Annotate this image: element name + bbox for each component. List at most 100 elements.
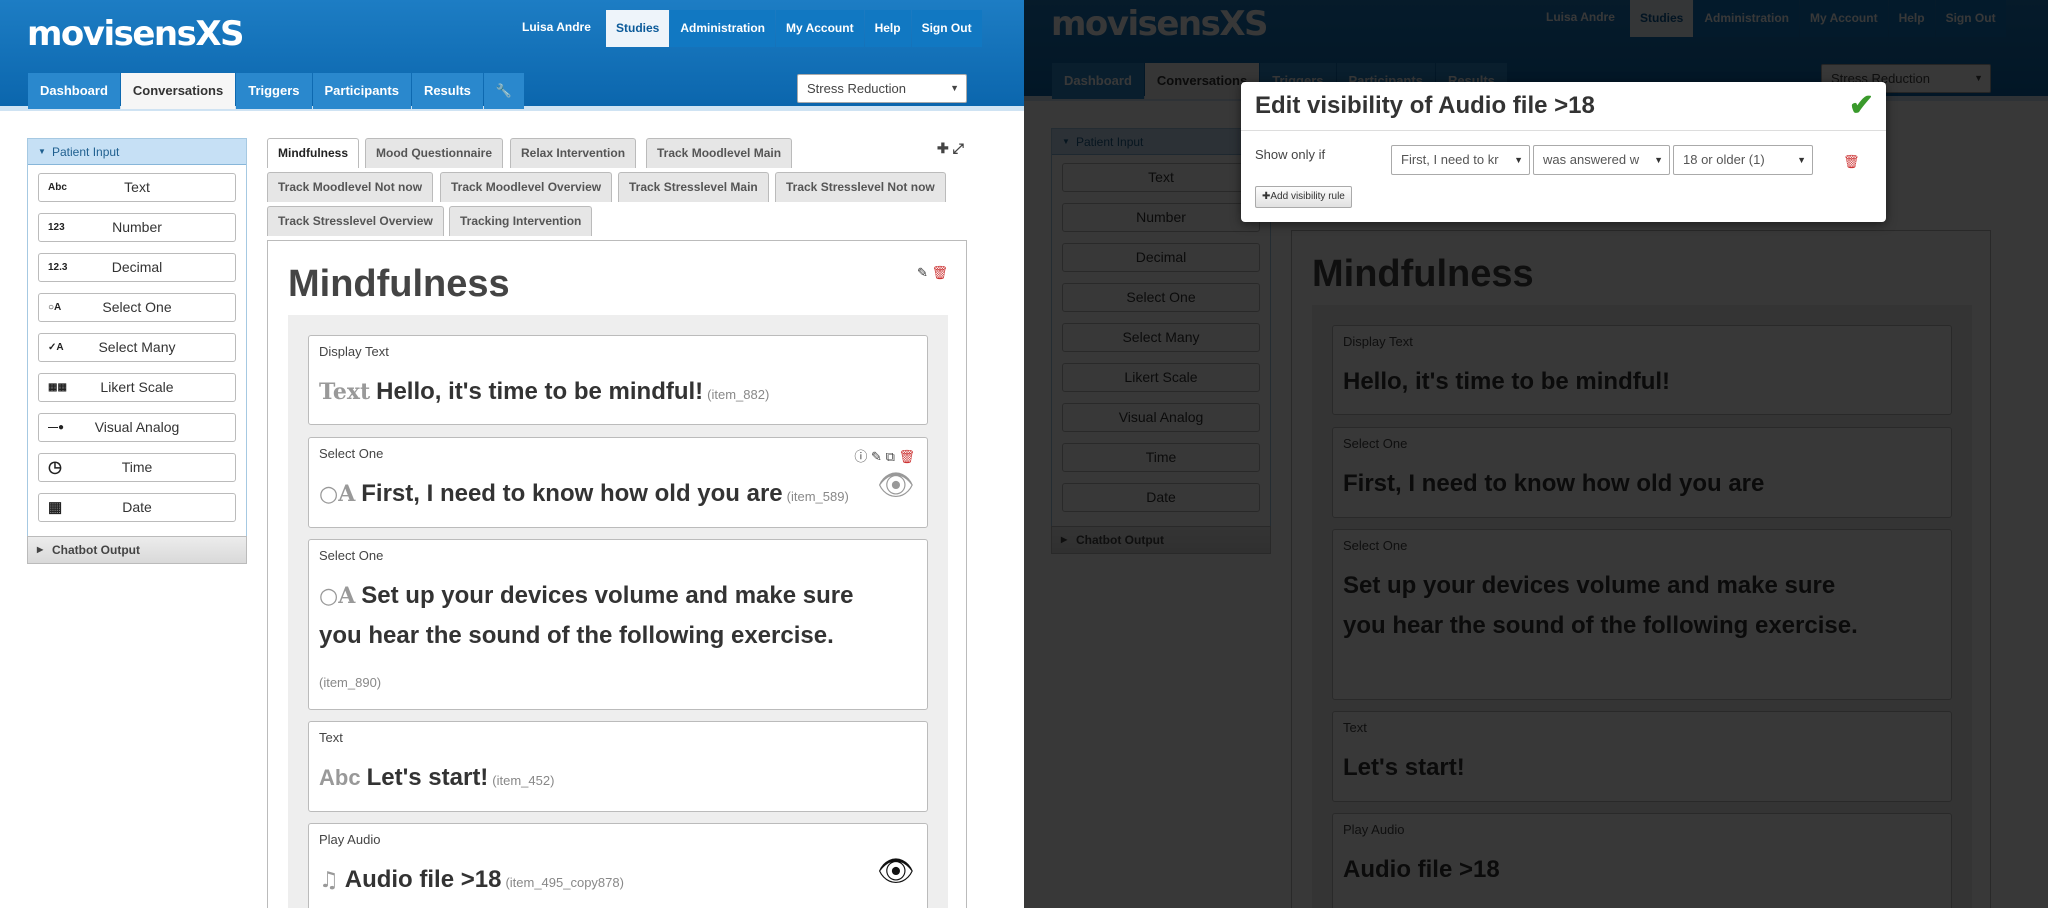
item-type: Display Text bbox=[319, 344, 389, 359]
item-id: (item_589) bbox=[786, 489, 849, 504]
palette-item-select-one[interactable]: ○A Select One bbox=[38, 293, 236, 322]
item-type: Play Audio bbox=[319, 832, 381, 847]
item-label-line2: you hear the sound of the following exer… bbox=[319, 622, 834, 649]
tab-track-stresslevel-main[interactable]: Track Stresslevel Main bbox=[618, 172, 769, 202]
text-icon: Abc bbox=[319, 765, 361, 790]
palette-item-label: Time bbox=[121, 459, 153, 475]
nav-administration[interactable]: Administration bbox=[670, 10, 776, 47]
item-label-row: ○A First, I need to know how old you are(… bbox=[319, 474, 849, 517]
palette-item-time[interactable]: ◷ Time bbox=[38, 453, 236, 482]
info-icon[interactable]: ⓘ bbox=[854, 449, 867, 464]
left-screen: movisensXS Luisa Andre Studies Administr… bbox=[0, 0, 1024, 908]
palette-item-decimal[interactable]: 12.3 Decimal bbox=[38, 253, 236, 282]
add-rule-label: Add visibility rule bbox=[1270, 191, 1345, 202]
palette-item-select-many[interactable]: ✓A Select Many bbox=[38, 333, 236, 362]
tab-participants[interactable]: Participants bbox=[312, 73, 411, 109]
chevron-down-icon: ▼ bbox=[1654, 155, 1663, 165]
add-visibility-rule-button[interactable]: ✚Add visibility rule bbox=[1255, 186, 1352, 208]
trash-icon[interactable]: 🗑 bbox=[898, 449, 915, 464]
palette-item-label: Number bbox=[112, 219, 162, 235]
tab-track-stresslevel-not-now[interactable]: Track Stresslevel Not now bbox=[775, 172, 946, 202]
tab-triggers[interactable]: Triggers bbox=[236, 73, 312, 109]
wrench-icon: 🔧 bbox=[495, 83, 513, 98]
item-type: Select One bbox=[319, 446, 384, 461]
chatbot-output-label: Chatbot Output bbox=[52, 543, 140, 557]
top-nav: Studies Administration My Account Help S… bbox=[606, 10, 983, 47]
eye-icon[interactable]: 👁 bbox=[877, 468, 915, 503]
palette-item-label: Visual Analog bbox=[94, 419, 180, 435]
study-select-value: Stress Reduction bbox=[807, 81, 906, 96]
item-label: Hello, it's time to be mindful! bbox=[376, 378, 704, 405]
select-many-icon: ✓A bbox=[48, 342, 64, 353]
answer-select[interactable]: 18 or older (1) ▼ bbox=[1673, 145, 1813, 175]
question-select[interactable]: First, I need to kr ▼ bbox=[1391, 145, 1530, 175]
palette-item-label: Likert Scale bbox=[100, 379, 174, 395]
patient-input-label: Patient Input bbox=[52, 145, 120, 159]
tab-mood-questionnaire[interactable]: Mood Questionnaire bbox=[365, 138, 504, 168]
item-id: (item_495_copy878) bbox=[505, 875, 624, 890]
palette-item-text[interactable]: Abc Text bbox=[38, 173, 236, 202]
tab-results[interactable]: Results bbox=[411, 73, 483, 109]
tab-track-stresslevel-overview[interactable]: Track Stresslevel Overview bbox=[267, 206, 444, 236]
palette-item-likert[interactable]: ▦▦ Likert Scale bbox=[38, 373, 236, 402]
palette-item-number[interactable]: 123 Number bbox=[38, 213, 236, 242]
tab-conversations[interactable]: Conversations bbox=[120, 73, 236, 109]
palette-item-label: Decimal bbox=[111, 259, 163, 275]
chevron-down-icon: ▼ bbox=[1514, 155, 1523, 165]
item-type: Select One bbox=[319, 548, 384, 563]
title-actions: ✎ 🗑 bbox=[917, 265, 948, 281]
checkmark-icon[interactable]: ✔ bbox=[1849, 88, 1874, 123]
list-item[interactable]: Text Abc Let's start! (item_452) bbox=[308, 721, 928, 812]
pencil-icon[interactable]: ✎ bbox=[917, 265, 928, 280]
item-id: (item_452) bbox=[492, 773, 555, 788]
item-id-row: (item_890) bbox=[319, 660, 381, 703]
caret-down-icon: ▼ bbox=[38, 147, 46, 156]
operator-select[interactable]: was answered w ▼ bbox=[1533, 145, 1670, 175]
patient-input-heading[interactable]: ▼ Patient Input bbox=[28, 139, 246, 165]
copy-icon[interactable]: ⧉ bbox=[886, 449, 895, 464]
item-label-row: ♫ Audio file >18 (item_495_copy878) bbox=[319, 860, 624, 903]
tab-track-moodlevel-not-now[interactable]: Track Moodlevel Not now bbox=[267, 172, 434, 202]
list-item[interactable]: Display Text Text Hello, it's time to be … bbox=[308, 335, 928, 425]
tab-track-moodlevel-overview[interactable]: Track Moodlevel Overview bbox=[440, 172, 613, 202]
list-item[interactable]: Play Audio ♫ Audio file >18 (item_495_copy… bbox=[308, 823, 928, 908]
tab-relax-intervention[interactable]: Relax Intervention bbox=[510, 138, 637, 168]
nav-studies[interactable]: Studies bbox=[606, 10, 670, 47]
trash-icon[interactable]: 🗑 bbox=[1843, 154, 1860, 170]
trash-icon[interactable]: 🗑 bbox=[931, 265, 948, 280]
app-header: movisensXS Luisa Andre Studies Administr… bbox=[0, 0, 1024, 111]
item-actions: ⓘ ✎ ⧉ 🗑 bbox=[854, 446, 915, 465]
list-item[interactable]: Select One ⓘ ✎ ⧉ 🗑 ○A First, I need to kn… bbox=[308, 437, 928, 528]
chatbot-output-heading[interactable]: ▶ Chatbot Output bbox=[27, 536, 247, 564]
music-note-icon: ♫ bbox=[319, 867, 339, 893]
eye-icon[interactable]: 👁 bbox=[877, 854, 915, 889]
slider-icon: —● bbox=[48, 422, 65, 433]
palette-item-label: Text bbox=[124, 179, 150, 195]
conversation-title: Mindfulness bbox=[288, 263, 510, 305]
nav-sign-out[interactable]: Sign Out bbox=[911, 10, 982, 47]
nav-my-account[interactable]: My Account bbox=[776, 10, 864, 47]
plus-icon[interactable]: ✚ bbox=[937, 140, 949, 156]
study-select[interactable]: Stress Reduction ▼ bbox=[797, 74, 967, 103]
tab-mindfulness[interactable]: Mindfulness bbox=[267, 138, 360, 168]
palette-item-visual-analog[interactable]: —● Visual Analog bbox=[38, 413, 236, 442]
tab-tracking-intervention[interactable]: Tracking Intervention bbox=[449, 206, 593, 236]
pencil-icon[interactable]: ✎ bbox=[871, 449, 882, 464]
tab-dashboard[interactable]: Dashboard bbox=[28, 73, 120, 109]
palette-item-label: Select Many bbox=[98, 339, 176, 355]
calendar-icon: ▦ bbox=[48, 499, 63, 516]
item-list: Display Text Text Hello, it's time to be … bbox=[288, 315, 948, 908]
nav-help[interactable]: Help bbox=[864, 10, 911, 47]
expand-icon[interactable]: ⤢ bbox=[953, 140, 964, 156]
select-one-icon: ○A bbox=[319, 481, 356, 507]
tab-tools[interactable]: 🔧 bbox=[483, 73, 525, 109]
palette-item-date[interactable]: ▦ Date bbox=[38, 493, 236, 522]
patient-input-palette: ▼ Patient Input Abc Text 123 Number 12.3 De… bbox=[27, 138, 247, 540]
palette-item-label: Select One bbox=[102, 299, 172, 315]
dialog-title: Edit visibility of Audio file >18 bbox=[1255, 92, 1595, 119]
main-nav: Dashboard Conversations Triggers Partici… bbox=[28, 73, 525, 109]
list-item[interactable]: Select One ○A Set up your devices volume … bbox=[308, 539, 928, 710]
item-id: (item_890) bbox=[319, 675, 382, 690]
username: Luisa Andre bbox=[522, 20, 591, 34]
tab-track-moodlevel-main[interactable]: Track Moodlevel Main bbox=[646, 138, 793, 168]
